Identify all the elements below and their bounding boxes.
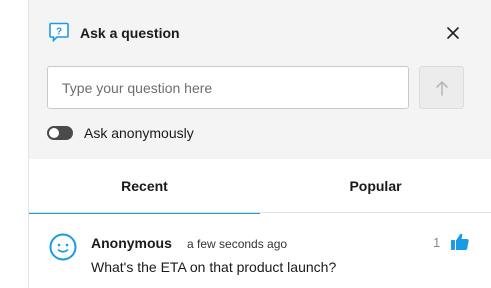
- question-timestamp: a few seconds ago: [187, 237, 288, 251]
- toggle-knob: [49, 128, 59, 138]
- svg-text:?: ?: [56, 27, 62, 38]
- like-count: 1: [433, 235, 441, 250]
- tab-recent[interactable]: Recent: [29, 159, 260, 214]
- send-button[interactable]: [419, 66, 464, 109]
- window: ? Ask a question Ask anonymously Recent: [0, 0, 491, 288]
- smiley-avatar-icon: [49, 233, 77, 261]
- thumbs-up-icon[interactable]: [449, 231, 471, 253]
- arrow-up-icon: [436, 81, 448, 96]
- question-text: What's the ETA on that product launch?: [91, 259, 337, 275]
- anonymous-label: Ask anonymously: [84, 125, 194, 141]
- close-icon[interactable]: [442, 22, 464, 44]
- ask-section: ? Ask a question Ask anonymously: [29, 0, 491, 159]
- tab-popular[interactable]: Popular: [260, 159, 491, 214]
- question-author: Anonymous: [91, 235, 172, 251]
- question-panel: ? Ask a question Ask anonymously Recent: [28, 0, 491, 288]
- question-input[interactable]: [47, 66, 409, 109]
- chat-question-icon: ?: [49, 22, 69, 43]
- tabs-divider: [29, 212, 491, 213]
- anonymous-toggle[interactable]: [47, 126, 73, 140]
- panel-title: Ask a question: [80, 25, 180, 41]
